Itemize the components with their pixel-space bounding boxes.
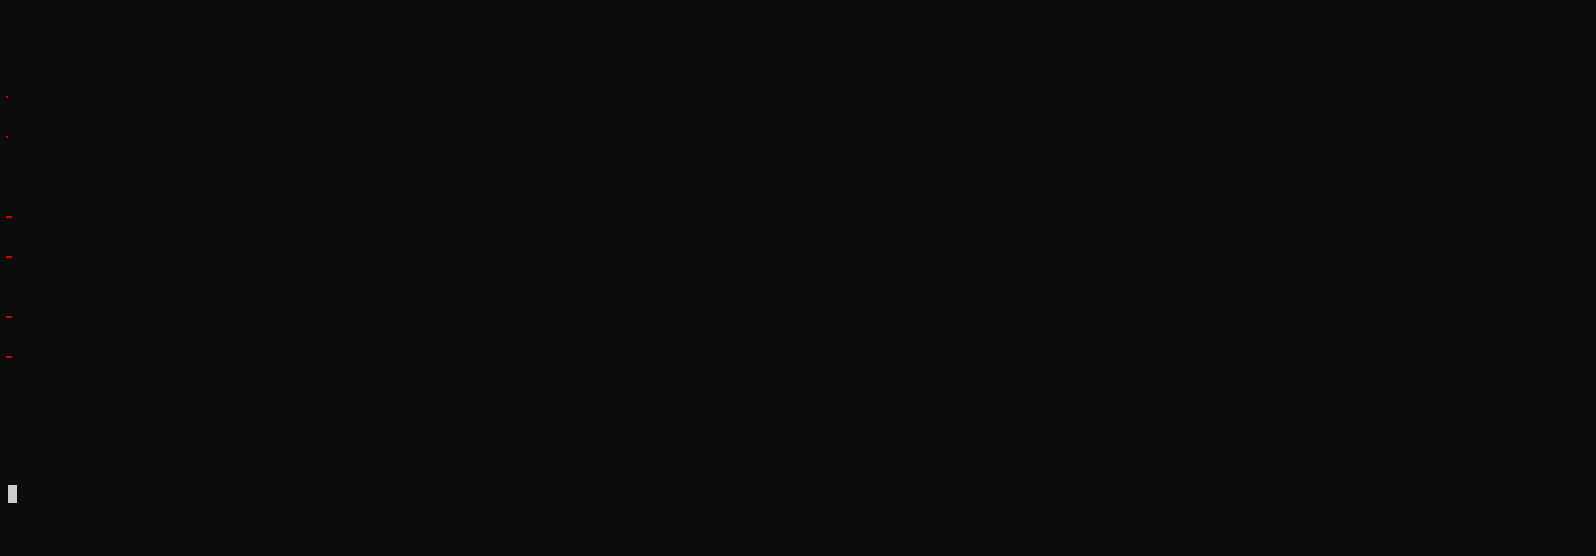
cursor [8,485,17,503]
terminal-output[interactable] [0,0,1596,528]
